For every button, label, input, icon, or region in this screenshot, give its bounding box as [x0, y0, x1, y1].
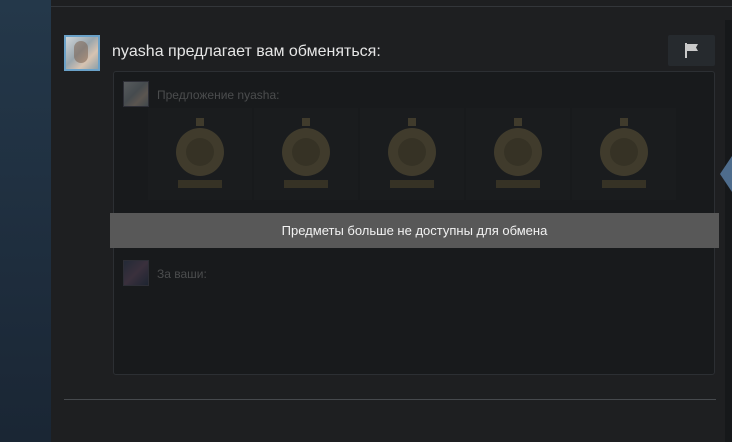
- trade-item: [466, 108, 570, 200]
- their-offer-label: Предложение nyasha:: [157, 88, 280, 102]
- your-offer-label: За ваши:: [157, 267, 207, 281]
- trade-item: [254, 108, 358, 200]
- unavailable-banner: Предметы больше не доступны для обмена: [110, 213, 719, 248]
- trade-offer-title: nyasha предлагает вам обменяться:: [112, 43, 381, 60]
- their-items-grid: [148, 108, 676, 200]
- expand-arrow-icon[interactable]: [720, 156, 732, 192]
- left-background-strip: [0, 0, 51, 442]
- partner-avatar[interactable]: [64, 35, 100, 71]
- trade-item: [148, 108, 252, 200]
- scrollbar[interactable]: [725, 20, 732, 442]
- rune-item-icon: [388, 118, 436, 188]
- their-avatar: [123, 81, 149, 107]
- top-divider: [51, 6, 732, 7]
- report-flag-button[interactable]: [668, 35, 715, 66]
- bottom-divider: [64, 399, 716, 400]
- your-avatar: [123, 260, 149, 286]
- trade-offer-panel: nyasha предлагает вам обменяться: Предло…: [51, 0, 732, 442]
- trade-item: [572, 108, 676, 200]
- rune-item-icon: [494, 118, 542, 188]
- rune-item-icon: [600, 118, 648, 188]
- trade-offer-box: Предложение nyasha: Предметы больше не д…: [110, 71, 719, 375]
- trade-item: [360, 108, 464, 200]
- flag-icon: [684, 43, 698, 58]
- rune-item-icon: [282, 118, 330, 188]
- rune-item-icon: [176, 118, 224, 188]
